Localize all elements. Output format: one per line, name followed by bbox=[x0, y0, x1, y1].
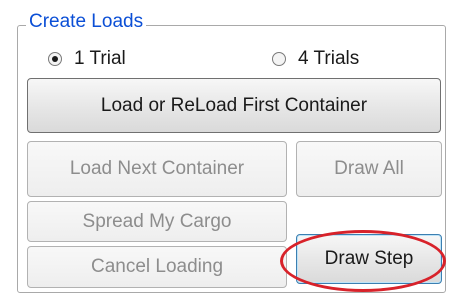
radio-1-trial-label: 1 Trial bbox=[74, 48, 126, 69]
group-title: Create Loads bbox=[26, 11, 147, 33]
radio-checked-icon[interactable] bbox=[48, 52, 62, 66]
spread-my-cargo-button[interactable]: Spread My Cargo bbox=[27, 201, 287, 242]
radio-1-trial[interactable]: 1 Trial bbox=[48, 48, 126, 70]
radio-unchecked-icon[interactable] bbox=[272, 52, 286, 66]
highlight-ellipse-annotation bbox=[280, 230, 446, 292]
cancel-loading-button[interactable]: Cancel Loading bbox=[27, 246, 287, 288]
radio-4-trials-label: 4 Trials bbox=[298, 48, 360, 69]
load-first-container-button[interactable]: Load or ReLoad First Container bbox=[27, 78, 441, 133]
draw-all-button[interactable]: Draw All bbox=[296, 141, 442, 197]
load-next-container-button[interactable]: Load Next Container bbox=[27, 141, 287, 197]
radio-4-trials[interactable]: 4 Trials bbox=[272, 48, 359, 70]
